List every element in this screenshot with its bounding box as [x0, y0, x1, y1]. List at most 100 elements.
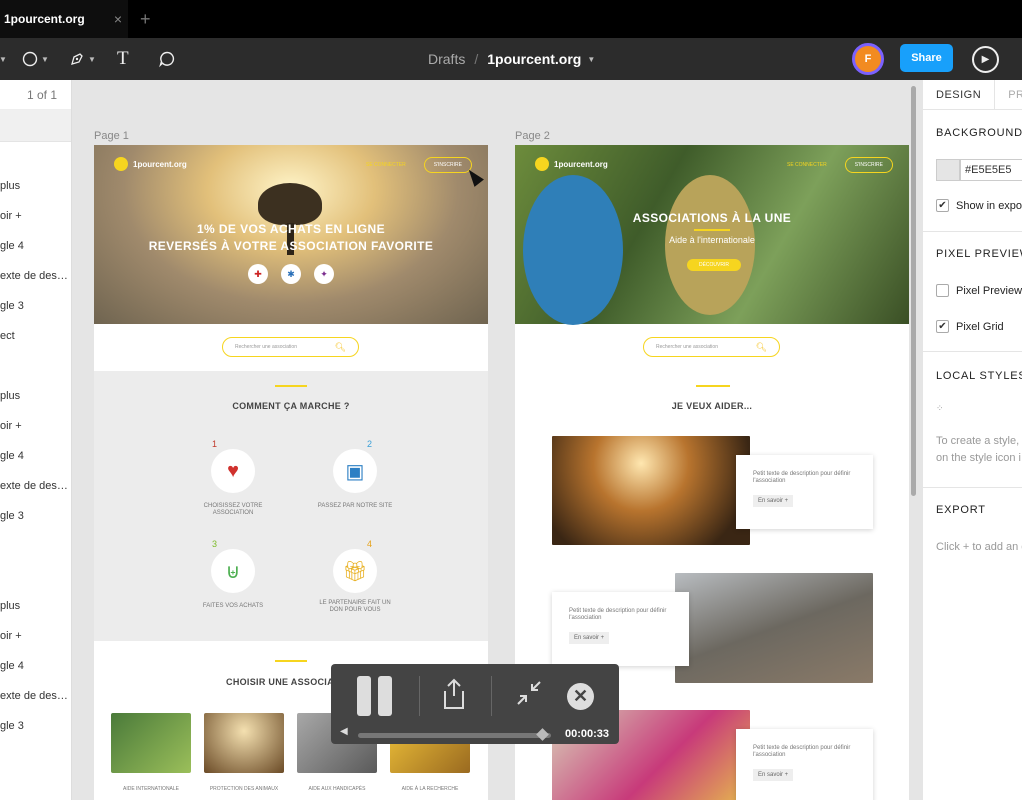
- pixel-preview-checkbox[interactable]: [936, 284, 949, 297]
- hero-photo-child: [523, 175, 623, 325]
- layer-item[interactable]: oir +: [0, 420, 22, 432]
- tab-prototype[interactable]: PR: [994, 80, 1022, 109]
- pixel-grid-checkbox[interactable]: ✔: [936, 320, 949, 333]
- comment-icon: [159, 51, 175, 68]
- layer-item[interactable]: gle 3: [0, 510, 24, 522]
- association-card[interactable]: Petit texte de description pour définir …: [736, 455, 873, 529]
- elapsed-time: 00:00:33: [565, 728, 610, 740]
- step-number: 4: [367, 539, 373, 549]
- layer-item[interactable]: oir +: [0, 210, 22, 222]
- page-count[interactable]: 1 of 1: [0, 80, 71, 110]
- layer-item[interactable]: ect: [0, 330, 15, 342]
- browser-tab-bar: 1pourcent.org × +: [0, 0, 1022, 38]
- signup-button[interactable]: S'INSCRIRE: [423, 157, 472, 173]
- learn-more-button[interactable]: En savoir +: [753, 495, 794, 507]
- avatar[interactable]: F: [852, 43, 884, 75]
- hero-banner: 1pourcent.org SE CONNECTER S'INSCRIRE ASS…: [515, 145, 909, 325]
- pen-tool[interactable]: ▼: [69, 38, 96, 80]
- divider: [923, 231, 1022, 232]
- editor-toolbar: ▼ ▼ ▼ T Drafts / 1pourcent.org ▼ F Share…: [0, 38, 1022, 80]
- progress-track[interactable]: [358, 733, 551, 738]
- learn-more-button[interactable]: En savoir +: [753, 769, 794, 781]
- canvas-scrollbar[interactable]: [911, 86, 916, 496]
- logo-text: 1pourcent.org: [133, 159, 187, 169]
- layer-item[interactable]: exte de des…: [0, 270, 68, 282]
- show-in-export-checkbox[interactable]: ✔: [936, 199, 949, 212]
- card-description: Petit texte de description pour définir …: [753, 745, 851, 758]
- background-hex-input[interactable]: #E5E5E5: [960, 159, 1022, 181]
- new-tab-icon[interactable]: +: [140, 9, 151, 30]
- frame-tool[interactable]: ▼: [0, 38, 7, 80]
- local-styles-title: LOCAL STYLES: [936, 370, 1022, 382]
- hero-title: ASSOCIATIONS À LA UNE: [632, 211, 792, 225]
- ellipse-icon: [22, 51, 38, 67]
- style-grid-icon[interactable]: ⁘: [936, 403, 944, 414]
- basket-icon: ⊎: [211, 549, 255, 593]
- pixel-grid-label: Pixel Grid: [956, 321, 1004, 333]
- computer-icon: ▣: [333, 449, 377, 493]
- background-swatch[interactable]: [936, 159, 960, 181]
- layers-header: [0, 110, 71, 142]
- accent-bar: [696, 385, 730, 387]
- present-play-icon[interactable]: ▶: [972, 46, 999, 73]
- file-name[interactable]: 1pourcent.org: [487, 51, 581, 67]
- logo-icon: [535, 157, 549, 171]
- share-button[interactable]: Share: [900, 44, 953, 72]
- site-logo[interactable]: 1pourcent.org: [114, 157, 187, 171]
- association-card[interactable]: Petit texte de description pour définir …: [552, 592, 689, 666]
- chevron-down-icon: ▼: [41, 54, 49, 64]
- layer-item[interactable]: gle 4: [0, 660, 24, 672]
- minimize-icon[interactable]: [514, 678, 544, 715]
- divider: [491, 676, 492, 716]
- layer-item[interactable]: plus: [0, 390, 20, 402]
- layer-item[interactable]: plus: [0, 600, 20, 612]
- shape-tool[interactable]: ▼: [22, 38, 49, 80]
- login-link[interactable]: SE CONNECTER: [787, 162, 827, 168]
- discover-button[interactable]: DÉCOUVRIR: [687, 259, 741, 271]
- close-icon[interactable]: ✕: [567, 683, 594, 710]
- progress-handle[interactable]: [536, 728, 549, 741]
- step-number: 1: [212, 439, 218, 449]
- learn-more-button[interactable]: En savoir +: [569, 632, 610, 644]
- category-caption: AIDE AUX HANDICAPÉS: [308, 786, 366, 792]
- pixel-preview-title: PIXEL PREVIEW: [936, 248, 1022, 260]
- association-card[interactable]: Petit texte de description pour définir …: [736, 729, 873, 800]
- layer-item[interactable]: gle 3: [0, 720, 24, 732]
- category-caption: AIDE INTERNATIONALE: [122, 786, 180, 792]
- layer-item[interactable]: gle 3: [0, 300, 24, 312]
- category-thumbnail[interactable]: [204, 713, 284, 773]
- search-input[interactable]: Rechercher une association 🔍︎: [643, 337, 780, 357]
- breadcrumb-drafts[interactable]: Drafts: [428, 51, 465, 67]
- tab-close-icon[interactable]: ×: [114, 11, 122, 27]
- layer-item[interactable]: exte de des…: [0, 480, 68, 492]
- layer-item[interactable]: plus: [0, 180, 20, 192]
- charity-badge-icon: ✦: [314, 264, 334, 284]
- text-tool[interactable]: T: [117, 38, 129, 80]
- category-caption: AIDE À LA RECHERCHE: [401, 786, 459, 792]
- breadcrumb-separator: /: [474, 51, 479, 67]
- tab-title: 1pourcent.org: [4, 12, 85, 26]
- styles-hint-line1: To create a style, s: [936, 435, 1022, 447]
- chevron-down-icon[interactable]: ▼: [587, 55, 595, 64]
- chevron-down-icon: ▼: [0, 54, 7, 64]
- search-icon: 🔍︎: [334, 341, 346, 352]
- step-caption: CHOISISSEZ VOTRE ASSOCIATION: [203, 503, 263, 516]
- search-placeholder: Rechercher une association: [656, 344, 718, 350]
- site-logo[interactable]: 1pourcent.org: [535, 157, 608, 171]
- heart-icon: ♥: [211, 449, 255, 493]
- layer-item[interactable]: oir +: [0, 630, 22, 642]
- signup-button[interactable]: S'INSCRIRE: [844, 157, 893, 173]
- search-input[interactable]: Rechercher une association 🔍︎: [222, 337, 359, 357]
- layer-item[interactable]: exte de des…: [0, 690, 68, 702]
- pause-icon[interactable]: [357, 676, 392, 716]
- comment-tool[interactable]: [158, 38, 176, 80]
- login-link[interactable]: SE CONNECTER: [366, 162, 406, 168]
- tab-design[interactable]: DESIGN: [923, 80, 994, 109]
- layer-item[interactable]: gle 4: [0, 450, 24, 462]
- category-thumbnail[interactable]: [111, 713, 191, 773]
- layer-item[interactable]: gle 4: [0, 240, 24, 252]
- share-export-icon[interactable]: [442, 678, 466, 717]
- chevron-down-icon: ▼: [88, 54, 96, 64]
- document-tab[interactable]: 1pourcent.org ×: [0, 0, 128, 38]
- volume-icon[interactable]: ◀: [340, 726, 348, 737]
